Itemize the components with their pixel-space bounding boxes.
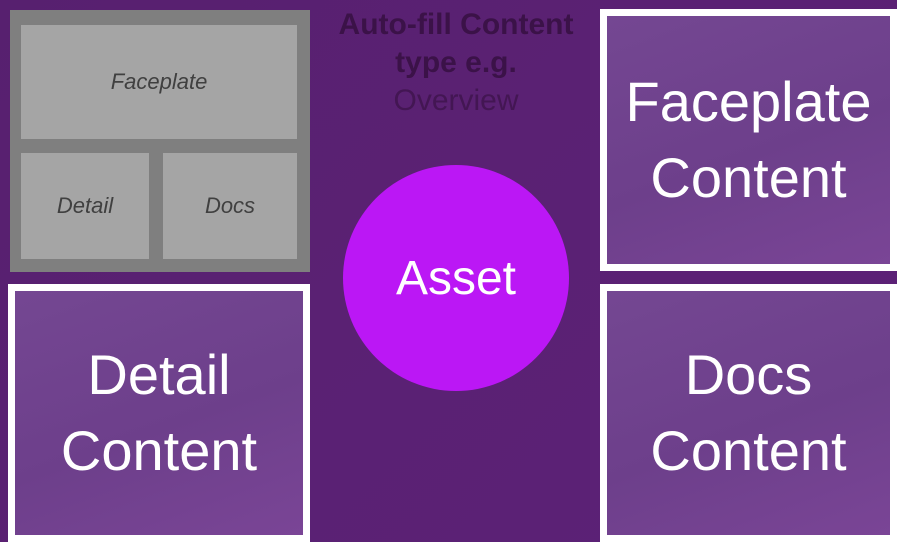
docs-tile-line-1: Docs (684, 343, 813, 406)
faceplate-tile-line-2: Content (650, 146, 847, 209)
detail-content-tile[interactable]: Detail Content (8, 284, 310, 542)
detail-tile-line-1: Detail (87, 343, 231, 406)
thumbnail-faceplate-label: Faceplate (110, 69, 208, 94)
auto-fill-caption: Auto-fill Content type e.g. Overview (316, 6, 596, 120)
layout-thumbnail: Faceplate Detail Docs (10, 10, 310, 272)
thumbnail-detail-region: Detail (21, 153, 149, 259)
thumbnail-docs-label: Docs (204, 193, 256, 218)
caption-line-2: type e.g. (395, 46, 517, 79)
faceplate-tile-line-1: Faceplate (625, 70, 872, 133)
caption-line-3: Overview (393, 84, 519, 117)
asset-circle[interactable]: Asset (343, 165, 569, 391)
detail-tile-line-2: Content (60, 419, 258, 482)
asset-label: Asset (395, 251, 517, 305)
caption-line-1: Auto-fill Content (338, 8, 574, 41)
docs-content-tile[interactable]: Docs Content (600, 284, 897, 542)
faceplate-content-tile[interactable]: Faceplate Content (600, 9, 897, 271)
docs-tile-line-2: Content (650, 419, 847, 482)
thumbnail-detail-label: Detail (56, 193, 114, 218)
thumbnail-faceplate-region: Faceplate (21, 25, 297, 139)
thumbnail-docs-region: Docs (163, 153, 297, 259)
